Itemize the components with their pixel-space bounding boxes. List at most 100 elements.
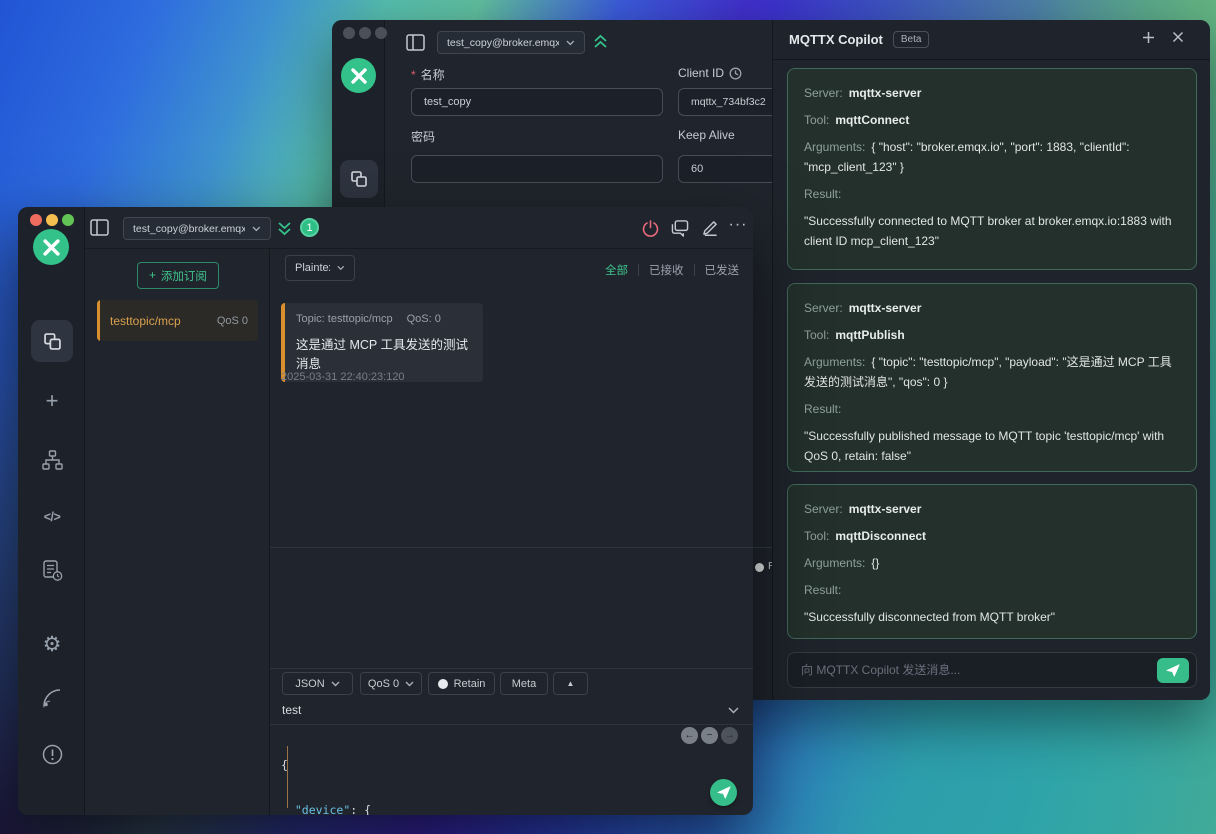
- chevron-down-icon[interactable]: [728, 707, 739, 714]
- publish-send-button[interactable]: [710, 779, 737, 806]
- copilot-input-box: [787, 652, 1197, 688]
- unread-count-badge: 1: [300, 218, 319, 237]
- gear-icon: ⚙: [42, 632, 62, 656]
- log-icon: [42, 560, 62, 581]
- retain-toggle[interactable]: Retain: [428, 672, 495, 695]
- tool-call-card: Server: mqttx-server Tool: mqttConnect Arg…: [787, 68, 1197, 270]
- subscriptions-panel: + 添加订阅 testtopic/mcp QoS 0: [85, 249, 270, 815]
- traffic-light-minimize-button[interactable]: [46, 214, 58, 226]
- sidebar-item-log[interactable]: [41, 559, 63, 583]
- close-copilot-button[interactable]: [1172, 31, 1190, 49]
- payload-editor[interactable]: { "device": { "id": "sensor-001", "type"…: [270, 726, 753, 815]
- mqttx-logo: [341, 58, 376, 93]
- connections-icon: [43, 332, 61, 350]
- more-options-button[interactable]: ···: [729, 216, 747, 234]
- tool-result-text: "Successfully published message to MQTT …: [804, 429, 1165, 464]
- sidebar-item-settings[interactable]: ⚙: [40, 632, 64, 656]
- double-chevron-up-icon: [594, 34, 607, 48]
- desktop: test_copy@broker.emqx. * 名称 Client ID 密码…: [0, 0, 1216, 834]
- minus-icon: −: [706, 730, 713, 741]
- chat-mode-button[interactable]: [671, 219, 689, 237]
- sidebar-item-script[interactable]: </>: [37, 509, 67, 525]
- payload-type-selector[interactable]: JSON: [282, 672, 353, 695]
- plus-icon: [1143, 32, 1154, 43]
- sidebar-item-about[interactable]: [41, 743, 63, 765]
- plus-icon: +: [45, 388, 59, 413]
- forward-icon: →: [724, 730, 735, 741]
- back-icon: ←: [684, 730, 695, 741]
- app-sidebar: + </> ⚙: [18, 207, 85, 815]
- password-label: 密码: [411, 130, 436, 144]
- divider: [270, 668, 753, 669]
- mqttx-logo: [33, 229, 69, 265]
- filter-tab-all[interactable]: 全部: [605, 262, 628, 278]
- filter-tab-received[interactable]: 已接收: [649, 262, 684, 278]
- rss-icon: [43, 689, 61, 708]
- payload-format-selector[interactable]: Plaintext: [285, 255, 355, 281]
- traffic-light-zoom-button[interactable]: [375, 27, 387, 39]
- history-clear-button[interactable]: −: [701, 727, 718, 744]
- plus-icon: +: [149, 269, 156, 282]
- copilot-message-input[interactable]: [801, 653, 1141, 687]
- client-header: test_copy@broker.emqx. 1 ···: [85, 207, 753, 249]
- name-field[interactable]: [411, 88, 663, 116]
- beta-badge: Beta: [892, 31, 930, 48]
- chevron-down-icon: [337, 265, 345, 271]
- message-topic: Topic: testtopic/mcp: [296, 313, 393, 325]
- history-forward-button[interactable]: →: [721, 727, 738, 744]
- meta-button[interactable]: Meta: [500, 672, 548, 695]
- traffic-light-close-button[interactable]: [343, 27, 355, 39]
- connection-selector[interactable]: test_copy@broker.emqx.: [123, 217, 271, 240]
- collapse-all-button[interactable]: [592, 33, 609, 50]
- message-qos: QoS: 0: [406, 313, 441, 325]
- chat-icon: [671, 219, 689, 237]
- retain-dot[interactable]: [755, 563, 764, 572]
- copilot-panel: MQTTX Copilot Beta Server: mqttx-server T…: [772, 20, 1210, 700]
- chevron-down-icon: [252, 226, 261, 231]
- add-subscription-button[interactable]: + 添加订阅: [137, 262, 219, 289]
- edit-icon: [703, 221, 717, 236]
- sidebar-item-topology[interactable]: [41, 449, 63, 471]
- collapse-icon: ▲: [566, 679, 575, 688]
- sidebar-item-feed[interactable]: [41, 687, 63, 709]
- history-back-button[interactable]: ←: [681, 727, 698, 744]
- publish-topic-input[interactable]: [282, 699, 682, 721]
- info-icon: [42, 744, 62, 764]
- chevron-down-icon: [331, 681, 340, 686]
- connections-icon: [351, 171, 367, 187]
- connection-selector[interactable]: test_copy@broker.emqx.: [437, 31, 585, 54]
- message-filter-tabs: 全部 已接收 已发送: [605, 262, 739, 278]
- sidebar-item-new-connection[interactable]: +: [40, 388, 64, 413]
- more-icon: ···: [728, 216, 748, 233]
- panel-toggle-icon[interactable]: [90, 219, 109, 236]
- subscription-color-bar: [97, 300, 100, 341]
- collapse-publish-button[interactable]: ▲: [553, 672, 588, 695]
- expand-all-button[interactable]: [276, 220, 293, 237]
- double-chevron-down-icon: [278, 222, 291, 236]
- traffic-light-minimize-button[interactable]: [359, 27, 371, 39]
- tool-result-text: "Successfully disconnected from MQTT bro…: [804, 610, 1056, 625]
- subscription-topic: testtopic/mcp: [110, 313, 181, 328]
- send-icon: [1166, 664, 1180, 677]
- close-icon: [1172, 31, 1184, 43]
- copilot-header: MQTTX Copilot Beta: [773, 20, 1210, 60]
- traffic-light-zoom-button[interactable]: [62, 214, 74, 226]
- panel-toggle-icon[interactable]: [405, 33, 425, 51]
- filter-tab-published[interactable]: 已发送: [705, 262, 740, 278]
- traffic-light-close-button[interactable]: [30, 214, 42, 226]
- qos-selector[interactable]: QoS 0: [360, 672, 422, 695]
- copilot-send-button[interactable]: [1157, 658, 1189, 683]
- tool-call-card: Server: mqttx-server Tool: mqttDisconnect …: [787, 484, 1197, 639]
- edit-connection-button[interactable]: [701, 219, 719, 237]
- clock-icon[interactable]: [729, 67, 742, 80]
- message-payload: 这是通过 MCP 工具发送的测试消息: [296, 338, 468, 371]
- sidebar-item-connections[interactable]: [31, 320, 73, 362]
- tool-result-text: "Successfully connected to MQTT broker a…: [804, 214, 1172, 249]
- copilot-title: MQTTX Copilot: [789, 32, 883, 47]
- sidebar-item-connections[interactable]: [340, 160, 378, 198]
- divider: [753, 547, 772, 548]
- new-chat-button[interactable]: [1142, 31, 1160, 49]
- password-field[interactable]: [411, 155, 663, 183]
- subscription-item[interactable]: testtopic/mcp QoS 0: [97, 300, 258, 341]
- disconnect-button[interactable]: [641, 219, 659, 237]
